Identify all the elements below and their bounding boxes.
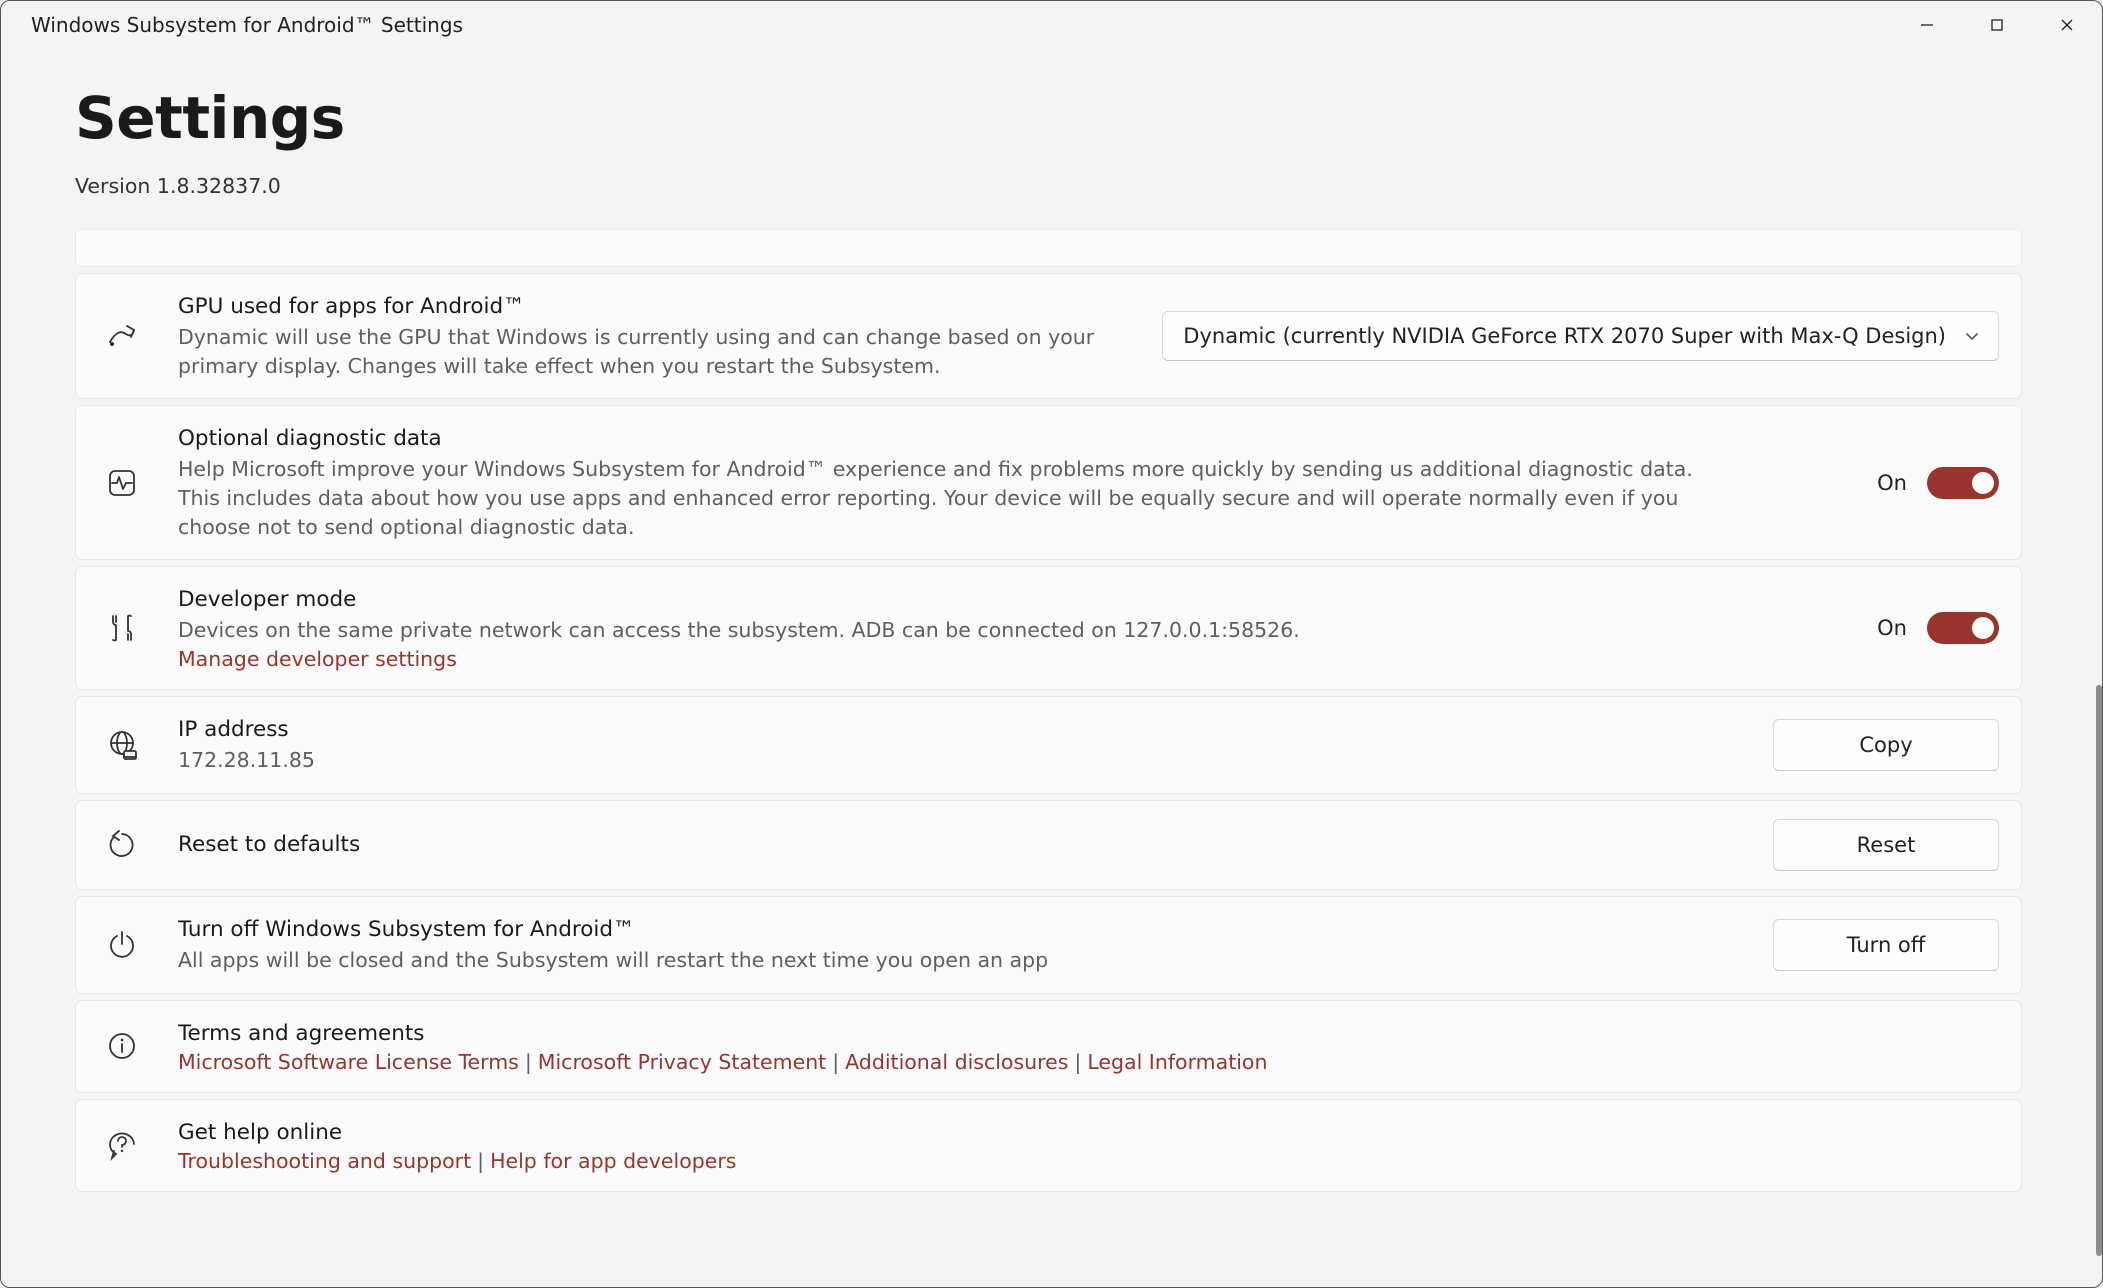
chevron-down-icon [1964,328,1980,344]
help-links: Troubleshooting and support|Help for app… [178,1149,1999,1173]
maximize-icon [1989,17,2005,33]
developer-title: Developer mode [178,585,1847,614]
copy-button[interactable]: Copy [1773,719,1999,771]
setting-row-diagnostic: Optional diagnostic data Help Microsoft … [75,405,2022,560]
power-icon [104,927,140,963]
window-title: Windows Subsystem for Android™ Settings [31,13,463,37]
version-text: Version 1.8.32837.0 [75,174,2028,198]
developer-toggle[interactable] [1927,612,1999,644]
diagnostic-icon [104,465,140,501]
minimize-button[interactable] [1892,1,1962,49]
setting-row-gpu: GPU used for apps for Android™ Dynamic w… [75,273,2022,399]
page-title: Settings [75,84,2028,152]
reset-button[interactable]: Reset [1773,819,1999,871]
setting-row-terms: Terms and agreements Microsoft Software … [75,1000,2022,1093]
setting-row-partial [75,231,2022,267]
scrollbar-thumb[interactable] [2096,685,2102,1256]
diagnostic-toggle-label: On [1877,471,1907,495]
maximize-button[interactable] [1962,1,2032,49]
developer-toggle-label: On [1877,616,1907,640]
help-icon [104,1127,140,1163]
help-link-appdev[interactable]: Help for app developers [490,1149,736,1173]
reset-title: Reset to defaults [178,830,1743,859]
developer-desc: Devices on the same private network can … [178,616,1728,645]
terms-title: Terms and agreements [178,1019,1999,1048]
info-icon [104,1028,140,1064]
setting-row-help: Get help online Troubleshooting and supp… [75,1099,2022,1192]
gpu-dropdown[interactable]: Dynamic (currently NVIDIA GeForce RTX 20… [1162,311,1999,361]
gpu-desc: Dynamic will use the GPU that Windows is… [178,323,1108,380]
header: Settings Version 1.8.32837.0 [1,49,2102,208]
gpu-icon [104,318,140,354]
diagnostic-title: Optional diagnostic data [178,424,1847,453]
minimize-icon [1919,17,1935,33]
close-icon [2059,17,2075,33]
ip-title: IP address [178,715,1743,744]
diagnostic-desc: Help Microsoft improve your Windows Subs… [178,455,1728,541]
setting-row-turnoff: Turn off Windows Subsystem for Android™ … [75,896,2022,994]
close-button[interactable] [2032,1,2102,49]
setting-row-reset: Reset to defaults Reset [75,800,2022,890]
help-title: Get help online [178,1118,1999,1147]
terms-links: Microsoft Software License Terms|Microso… [178,1050,1999,1074]
developer-icon [104,610,140,646]
setting-row-ip: IP address 172.28.11.85 Copy [75,696,2022,794]
gpu-dropdown-value: Dynamic (currently NVIDIA GeForce RTX 20… [1183,324,1946,348]
turnoff-title: Turn off Windows Subsystem for Android™ [178,915,1743,944]
terms-link-disclosures[interactable]: Additional disclosures [845,1050,1068,1074]
reset-icon [104,827,140,863]
ip-value: 172.28.11.85 [178,746,1728,775]
gpu-title: GPU used for apps for Android™ [178,292,1132,321]
ip-icon [104,727,140,763]
help-link-troubleshoot[interactable]: Troubleshooting and support [178,1149,471,1173]
terms-link-privacy[interactable]: Microsoft Privacy Statement [538,1050,826,1074]
turnoff-button[interactable]: Turn off [1773,919,1999,971]
developer-settings-link[interactable]: Manage developer settings [178,647,457,671]
settings-scroll[interactable]: GPU used for apps for Android™ Dynamic w… [1,231,2096,1283]
terms-link-license[interactable]: Microsoft Software License Terms [178,1050,519,1074]
titlebar: Windows Subsystem for Android™ Settings [1,1,2102,49]
terms-link-legal[interactable]: Legal Information [1087,1050,1267,1074]
setting-row-developer: Developer mode Devices on the same priva… [75,566,2022,690]
window-controls [1892,1,2102,49]
scrollbar[interactable] [2096,39,2102,1281]
turnoff-desc: All apps will be closed and the Subsyste… [178,946,1728,975]
diagnostic-toggle[interactable] [1927,467,1999,499]
